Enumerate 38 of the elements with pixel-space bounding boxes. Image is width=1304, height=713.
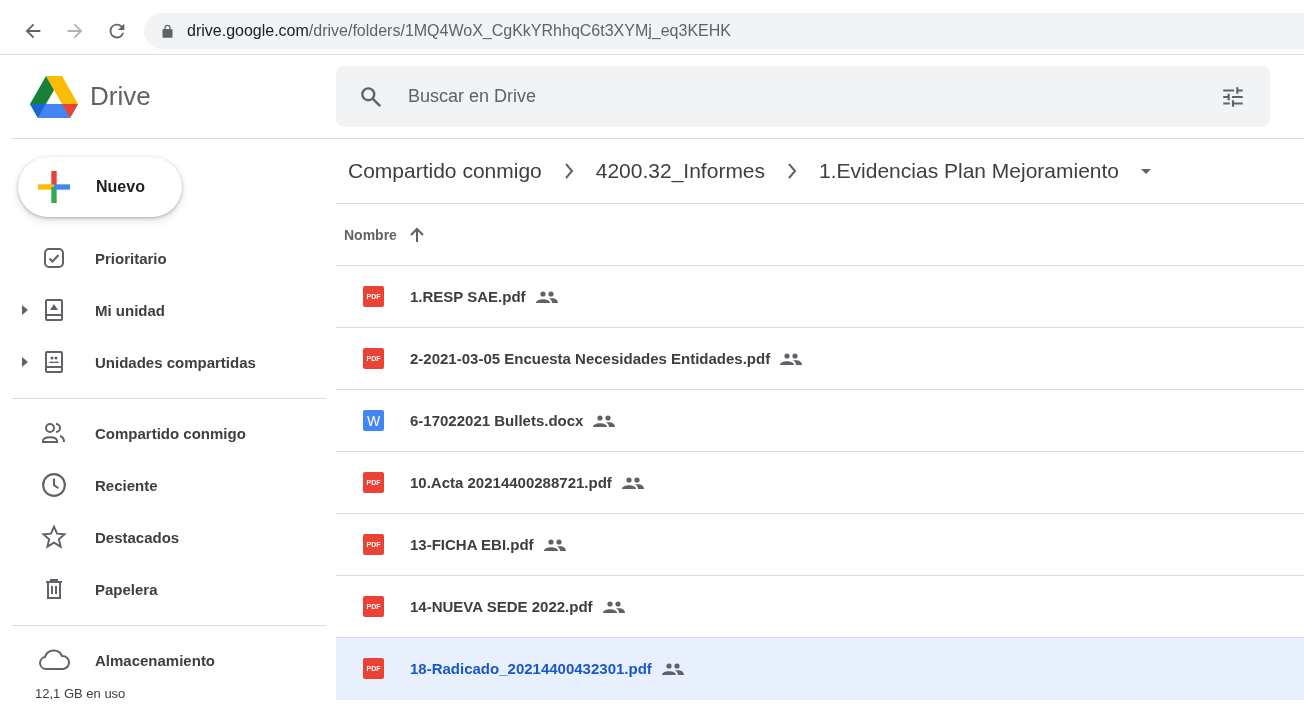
url-host: drive.google.com	[187, 22, 309, 39]
sort-ascending-icon[interactable]	[408, 226, 425, 243]
chevron-right-icon	[563, 163, 574, 179]
app-name: Drive	[90, 81, 151, 112]
breadcrumb-item[interactable]: 4200.32_Informes	[595, 159, 766, 183]
sidebar-item[interactable]: Reciente	[12, 459, 326, 511]
shared-drive-icon	[42, 350, 66, 374]
search-bar[interactable]: Buscar en Drive	[336, 66, 1270, 127]
file-type-icon: W	[363, 410, 384, 431]
breadcrumb-item[interactable]: Compartido conmigo	[348, 159, 542, 183]
sidebar-item[interactable]: Almacenamiento	[12, 634, 326, 686]
drive-icon	[42, 298, 66, 322]
address-bar[interactable]: drive.google.com/drive/folders/1MQ4WoX_CgKkYRhhqC6t3XYMj_eq3KEHK	[144, 13, 1304, 49]
sidebar-item[interactable]: Unidades compartidas	[12, 336, 326, 388]
sidebar-item[interactable]: Papelera	[12, 563, 326, 615]
breadcrumb-item[interactable]: 1.Evidencias Plan Mejoramiento	[819, 159, 1120, 183]
star-icon	[41, 524, 67, 550]
column-header[interactable]: Nombre	[344, 226, 397, 243]
clock-icon	[41, 472, 67, 498]
cloud-icon	[38, 648, 70, 672]
expand-caret-icon[interactable]	[22, 305, 28, 315]
storage-usage: 12,1 GB en uso	[35, 686, 126, 701]
lock-icon	[160, 23, 175, 39]
dropdown-caret-icon[interactable]	[1141, 168, 1152, 174]
plus-icon	[38, 171, 70, 203]
sidebar-item[interactable]: Mi unidad	[12, 284, 326, 336]
sidebar-item[interactable]: Compartido conmigo	[12, 407, 326, 459]
drive-logo-icon[interactable]	[30, 75, 78, 118]
sidebar-item[interactable]: Prioritario	[12, 232, 326, 284]
search-field[interactable]: Buscar en Drive	[406, 85, 1198, 108]
chevron-right-icon	[787, 163, 798, 179]
url-path: /drive/folders/1MQ4WoX_CgKkYRhhqC6t3XYMj_eq3KEHK	[308, 22, 731, 39]
people-icon	[40, 421, 68, 445]
checkbox-icon	[42, 246, 66, 270]
expand-caret-icon[interactable]	[22, 357, 28, 367]
sidebar-item[interactable]: Destacados	[12, 511, 326, 563]
file-row[interactable]: W 6-17022021 Bullets.docx	[336, 390, 1304, 452]
new-button[interactable]: Nuevo	[18, 157, 182, 217]
